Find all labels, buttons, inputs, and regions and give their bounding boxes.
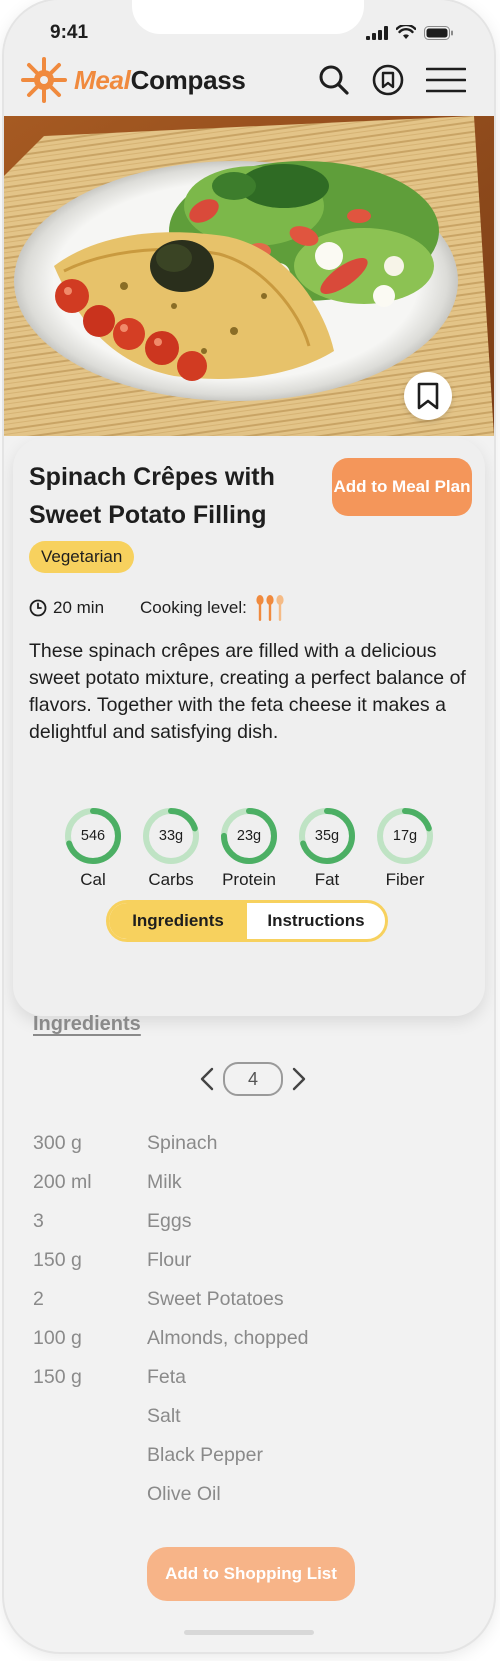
nutrition-carbs: 33g Carbs: [141, 806, 201, 890]
ingredient-name: Salt: [147, 1405, 181, 1427]
menu-button[interactable]: [426, 66, 466, 94]
ingredient-name: Sweet Potatoes: [147, 1288, 284, 1310]
logo-text: MealCompass: [74, 65, 246, 96]
logo-meal: Meal: [74, 64, 131, 95]
ingredient-qty: 300 g: [33, 1132, 82, 1154]
clock-icon: [29, 599, 47, 617]
nutrition-fiber: 17g Fiber: [375, 806, 435, 890]
ingredients-heading: Ingredients: [33, 1013, 141, 1035]
nutrition-ring: 17g: [375, 806, 435, 866]
chevron-right-icon[interactable]: [291, 1067, 307, 1091]
ingredient-name: Eggs: [147, 1210, 192, 1232]
nutrition-value: 33g: [158, 828, 184, 844]
nutrition-label: Cal: [80, 870, 106, 889]
servings-stepper: 4: [199, 1062, 307, 1096]
nutrition-value: 23g: [236, 828, 262, 844]
ingredient-name: Milk: [147, 1171, 182, 1193]
ingredient-row: Olive Oil: [33, 1475, 309, 1514]
battery-icon: [424, 26, 453, 40]
recipe-card: Spinach Crêpes with Sweet Potato Filling…: [13, 438, 485, 1016]
cook-time: 20 min: [53, 598, 105, 617]
search-button[interactable]: [318, 64, 350, 96]
search-icon: [319, 65, 349, 95]
ingredient-qty: 3: [33, 1210, 44, 1232]
ingredient-qty: 100 g: [33, 1327, 82, 1349]
add-to-meal-plan-button[interactable]: Add to Meal Plan: [332, 458, 472, 516]
cooking-level-spoons-icon: [256, 595, 284, 621]
ingredient-name: Spinach: [147, 1132, 218, 1154]
ingredient-name: Black Pepper: [147, 1444, 263, 1466]
ingredient-row: Salt: [33, 1397, 309, 1436]
ingredient-qty: 2: [33, 1288, 44, 1310]
app-logo[interactable]: MealCompass: [20, 56, 246, 104]
compass-fork-logo-icon: [21, 57, 67, 103]
home-indicator: [184, 1630, 314, 1635]
bookmark-icon: [417, 382, 439, 410]
cooking-level-label: Cooking level:: [140, 598, 247, 617]
ingredient-row: 150 g Feta: [33, 1358, 309, 1397]
ingredient-row: 150 g Flour: [33, 1241, 309, 1280]
nutrition-label: Carbs: [148, 870, 194, 889]
recipe-title: Spinach Crêpes with Sweet Potato Filling: [29, 463, 275, 529]
nutrition-value: 546: [80, 828, 106, 844]
nutrition-ring: 35g: [297, 806, 357, 866]
ingredient-qty: 150 g: [33, 1249, 82, 1271]
ingredient-row: Black Pepper: [33, 1436, 309, 1475]
header-actions: [318, 64, 466, 96]
ingredient-list: 300 g Spinach 200 ml Milk 3 Eggs 150 g Flour…: [33, 1124, 309, 1514]
nutrition-protein: 23g Protein: [219, 806, 279, 890]
bookmark-circle-icon: [372, 64, 404, 96]
saved-recipes-button[interactable]: [372, 64, 404, 96]
recipe-description: These spinach crêpes are filled with a d…: [29, 640, 466, 743]
nutrition-label: Fiber: [385, 870, 425, 889]
notch: [132, 0, 364, 34]
nutrition-calories: 546 Cal: [63, 806, 123, 890]
nutrition-summary: 546 Cal 33g Carbs 23g Protein 35g Fat 17…: [63, 806, 435, 890]
signal-icon: [366, 26, 388, 40]
ingredient-qty: 200 ml: [33, 1171, 92, 1193]
nutrition-ring: 546: [63, 806, 123, 866]
ingredient-row: 200 ml Milk: [33, 1163, 309, 1202]
hamburger-menu-icon: [426, 67, 466, 93]
nutrition-ring: 23g: [219, 806, 279, 866]
chevron-left-icon[interactable]: [199, 1067, 215, 1091]
ingredient-name: Flour: [147, 1249, 192, 1271]
wifi-icon: [396, 25, 416, 39]
ingredient-row: 3 Eggs: [33, 1202, 309, 1241]
add-to-shopping-list-button[interactable]: Add to Shopping List: [147, 1547, 355, 1601]
servings-count[interactable]: 4: [223, 1062, 283, 1096]
phone-frame: 9:41 MealCompass Spinach Crêpes with Swe…: [4, 0, 494, 1652]
nutrition-value: 35g: [314, 828, 340, 844]
status-time: 9:41: [50, 22, 89, 43]
app-header: MealCompass: [4, 50, 494, 116]
ingredient-name: Feta: [147, 1366, 187, 1388]
tab-instructions[interactable]: Instructions: [247, 903, 385, 939]
status-icons: [366, 25, 454, 40]
ingredient-row: 300 g Spinach: [33, 1124, 309, 1163]
nutrition-value: 17g: [392, 828, 418, 844]
tab-ingredients[interactable]: Ingredients: [109, 903, 247, 939]
logo-compass: Compass: [130, 64, 246, 95]
nutrition-fat: 35g Fat: [297, 806, 357, 890]
diet-tag: Vegetarian: [29, 541, 135, 573]
nutrition-ring: 33g: [141, 806, 201, 866]
ingredient-row: 100 g Almonds, chopped: [33, 1319, 309, 1358]
ingredient-qty: 150 g: [33, 1366, 82, 1388]
status-bar: 9:41: [4, 0, 494, 50]
nutrition-label: Protein: [222, 870, 276, 889]
recipe-meta: 20 min Cooking level:: [29, 594, 285, 622]
nutrition-label: Fat: [314, 870, 340, 889]
ingredient-name: Almonds, chopped: [147, 1327, 309, 1349]
ingredient-row: 2 Sweet Potatoes: [33, 1280, 309, 1319]
save-recipe-button[interactable]: [404, 372, 452, 420]
recipe-tab-toggle: Ingredients Instructions: [106, 900, 388, 942]
ingredient-name: Olive Oil: [147, 1483, 221, 1505]
